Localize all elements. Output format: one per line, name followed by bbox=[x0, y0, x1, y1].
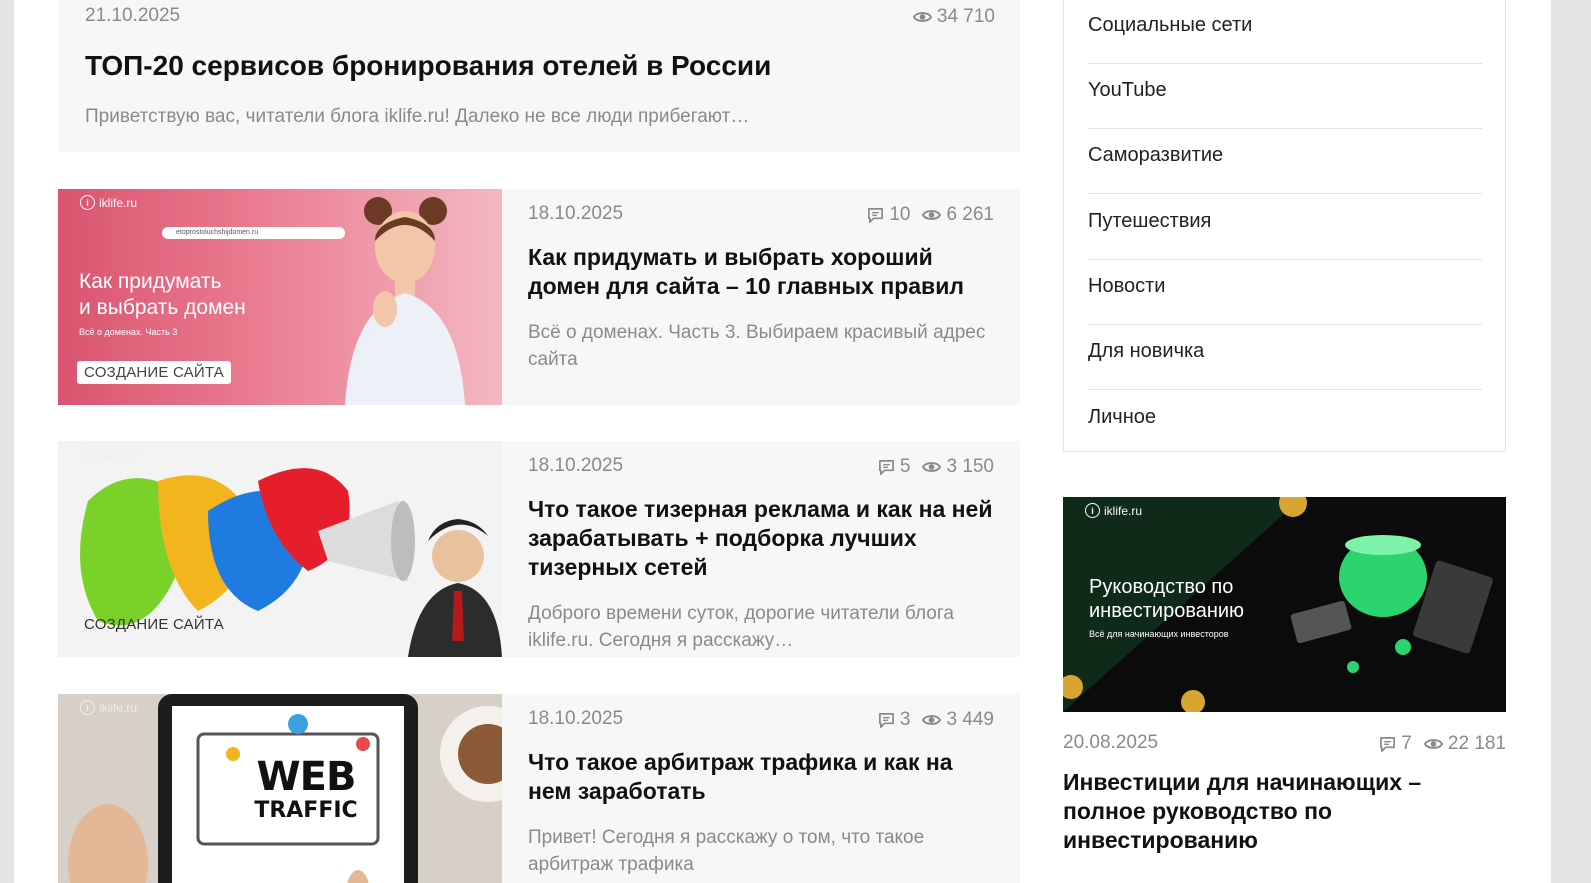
post-title-link[interactable]: Как придумать и выбрать хороший домен дл… bbox=[528, 243, 994, 301]
post-thumbnail[interactable]: i iklife.ru etoprostoluchshijdomen.ru Как… bbox=[58, 189, 502, 405]
site-logo: i iklife.ru bbox=[80, 447, 137, 462]
views-count: 34 710 bbox=[913, 6, 995, 28]
sidebar-item-social[interactable]: Социальные сети bbox=[1088, 0, 1482, 64]
post-date: 21.10.2025 bbox=[85, 5, 181, 26]
sidebar-item-news[interactable]: Новости bbox=[1088, 260, 1482, 325]
post-meta: 18.10.2025 5 3 150 bbox=[528, 455, 994, 479]
sidebar-item-beginner[interactable]: Для новичка bbox=[1088, 325, 1482, 390]
post-title-link[interactable]: Что такое тизерная реклама и как на ней … bbox=[528, 495, 994, 582]
comment-icon bbox=[878, 712, 895, 729]
site-logo: i iklife.ru bbox=[80, 700, 137, 715]
comments-count: 5 bbox=[878, 456, 910, 478]
post-card: WEB TRAFFIC i iklife.ru 18.10.2025 3 3 44… bbox=[58, 694, 1020, 883]
category-tag[interactable]: СОЗДАНИЕ САЙТА bbox=[77, 613, 231, 636]
comment-icon bbox=[1379, 736, 1396, 753]
post-card: i iklife.ru СОЗДАНИЕ САЙТА 18.10.2025 5 3… bbox=[58, 441, 1020, 657]
post-meta: 20.08.2025 7 22 181 bbox=[1063, 732, 1506, 756]
comment-icon bbox=[878, 459, 895, 476]
post-excerpt: Доброго времени суток, дорогие читатели … bbox=[528, 603, 954, 651]
eye-icon bbox=[1424, 737, 1443, 751]
post-title-link[interactable]: Что такое арбитраж трафика и как на нем … bbox=[528, 748, 994, 806]
post-card: 21.10.2025 34 710 ТОП-20 сервисов бронир… bbox=[58, 0, 1020, 152]
sidebar-item-personal[interactable]: Личное bbox=[1088, 391, 1482, 456]
comment-icon bbox=[867, 207, 884, 224]
sidebar-item-youtube[interactable]: YouTube bbox=[1088, 64, 1482, 129]
post-thumbnail[interactable]: WEB TRAFFIC i iklife.ru bbox=[58, 694, 502, 883]
post-meta: 18.10.2025 10 6 261 bbox=[528, 203, 994, 227]
eye-icon bbox=[913, 10, 932, 24]
views-count: 22 181 bbox=[1424, 733, 1506, 755]
post-card: i iklife.ru etoprostoluchshijdomen.ru Как… bbox=[58, 189, 1020, 405]
woman-illustration bbox=[345, 197, 465, 405]
eye-icon bbox=[922, 713, 941, 727]
views-count: 3 449 bbox=[922, 709, 994, 731]
thumb-heading: Как придумать и выбрать домен Всё о доме… bbox=[79, 270, 246, 337]
views-count: 3 150 bbox=[922, 456, 994, 478]
comments-count: 10 bbox=[867, 204, 910, 226]
post-meta: 18.10.2025 3 3 449 bbox=[528, 708, 994, 732]
page: 21.10.2025 34 710 ТОП-20 сервисов бронир… bbox=[14, 0, 1551, 883]
site-logo: i iklife.ru bbox=[1085, 503, 1142, 518]
comments-count: 3 bbox=[878, 709, 910, 731]
sidebar-featured-post: i iklife.ru Руководство по инвестированию… bbox=[1063, 497, 1506, 855]
category-tag[interactable]: СОЗДАНИЕ САЙТА bbox=[77, 361, 231, 384]
post-thumbnail[interactable]: i iklife.ru СОЗДАНИЕ САЙТА bbox=[58, 441, 502, 657]
post-date: 18.10.2025 bbox=[528, 203, 624, 224]
featured-thumbnail[interactable]: i iklife.ru Руководство по инвестированию… bbox=[1063, 497, 1506, 712]
sidebar-item-travel[interactable]: Путешествия bbox=[1088, 195, 1482, 260]
post-title-link[interactable]: ТОП-20 сервисов бронирования отелей в Ро… bbox=[85, 49, 995, 83]
sidebar-item-self-development[interactable]: Саморазвитие bbox=[1088, 129, 1482, 194]
url-bar: etoprostoluchshijdomen.ru bbox=[162, 227, 345, 239]
eye-icon bbox=[922, 460, 941, 474]
post-date: 18.10.2025 bbox=[528, 708, 624, 729]
post-excerpt: Привет! Сегодня я расскажу о том, что та… bbox=[528, 827, 925, 875]
post-excerpt: Приветствую вас, читатели блога iklife.r… bbox=[85, 106, 750, 127]
post-meta: 21.10.2025 34 710 bbox=[85, 5, 995, 29]
site-logo: i iklife.ru bbox=[80, 195, 137, 210]
thumb-heading: Руководство по инвестированию Всё для на… bbox=[1089, 576, 1245, 639]
post-excerpt: Всё о доменах. Часть 3. Выбираем красивы… bbox=[528, 322, 986, 370]
comments-count: 7 bbox=[1379, 733, 1412, 755]
web-traffic-text: WEB TRAFFIC bbox=[254, 754, 358, 823]
sidebar-category-menu: Социальные сети YouTube Саморазвитие Пут… bbox=[1063, 0, 1506, 452]
views-count: 6 261 bbox=[922, 204, 994, 226]
eye-icon bbox=[922, 208, 941, 222]
post-title-link[interactable]: Инвестиции для начинающих – полное руков… bbox=[1063, 768, 1506, 855]
post-date: 18.10.2025 bbox=[528, 455, 624, 476]
post-date: 20.08.2025 bbox=[1063, 732, 1159, 753]
